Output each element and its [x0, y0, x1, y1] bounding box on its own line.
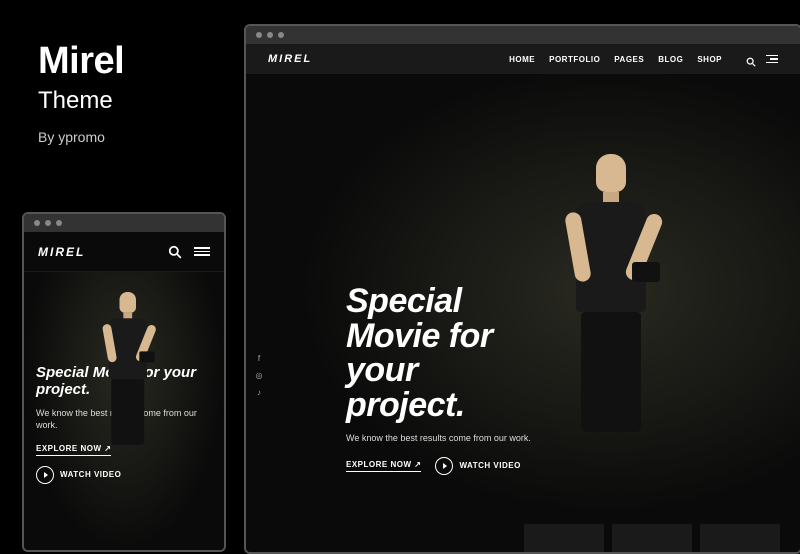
menu-icon[interactable] — [766, 55, 778, 64]
nav-home[interactable]: HOME — [509, 55, 535, 64]
watch-video-button[interactable]: WATCH VIDEO — [435, 457, 520, 475]
instagram-icon[interactable]: ◎ — [254, 371, 264, 380]
hero-figure-image — [92, 292, 164, 446]
hero-text: Special Movie for your project. We know … — [346, 284, 531, 475]
window-dot-icon — [256, 32, 262, 38]
menu-icon[interactable] — [194, 247, 210, 256]
window-dot-icon — [56, 220, 62, 226]
hero-title-line: Movie for — [346, 317, 493, 355]
window-dot-icon — [34, 220, 40, 226]
nav-pages[interactable]: PAGES — [614, 55, 644, 64]
promo-header: Mirel Theme By ypromo — [38, 40, 124, 145]
hero-section-mobile: Special Movie for your project. We know … — [24, 272, 224, 552]
search-icon[interactable] — [168, 245, 182, 259]
window-dot-icon — [267, 32, 273, 38]
nav-portfolio[interactable]: PORTFOLIO — [549, 55, 600, 64]
nav-shop[interactable]: SHOP — [697, 55, 722, 64]
play-icon — [36, 466, 54, 484]
hero-subtitle: We know the best results come from our w… — [346, 433, 531, 443]
site-logo[interactable]: MIREL — [268, 53, 312, 65]
site-logo[interactable]: MIREL — [38, 245, 85, 259]
hero-title-line: project. — [346, 386, 465, 424]
browser-titlebar — [24, 214, 224, 232]
promo-subtitle: Theme — [38, 87, 124, 115]
mobile-preview-window: MIREL Special Movie for your project. We… — [22, 212, 226, 552]
tiktok-icon[interactable]: ♪ — [254, 388, 264, 397]
watch-video-button[interactable]: WATCH VIDEO — [36, 466, 121, 484]
hero-figure-image — [546, 154, 676, 434]
promo-author: By ypromo — [38, 129, 124, 145]
hero-title-line: Special — [346, 282, 462, 320]
nav-blog[interactable]: BLOG — [658, 55, 683, 64]
window-dot-icon — [45, 220, 51, 226]
hero-title: Special Movie for your project. — [346, 284, 531, 423]
hero-title-line: your — [346, 351, 418, 389]
search-icon[interactable] — [746, 54, 756, 64]
play-icon — [435, 457, 453, 475]
main-nav: HOME PORTFOLIO PAGES BLOG SHOP — [509, 55, 722, 64]
explore-button[interactable]: EXPLORE NOW ↗ — [346, 460, 421, 472]
watch-video-label: WATCH VIDEO — [459, 461, 520, 470]
site-header: MIREL HOME PORTFOLIO PAGES BLOG SHOP — [246, 44, 800, 74]
browser-titlebar — [246, 26, 800, 44]
window-dot-icon — [278, 32, 284, 38]
social-links: f ◎ ♪ — [254, 354, 264, 397]
site-header-mobile: MIREL — [24, 232, 224, 272]
facebook-icon[interactable]: f — [254, 354, 264, 363]
desktop-preview-window: MIREL HOME PORTFOLIO PAGES BLOG SHOP — [244, 24, 800, 554]
watch-video-label: WATCH VIDEO — [60, 470, 121, 479]
promo-title: Mirel — [38, 40, 124, 83]
hero-section: f ◎ ♪ Special Movie for your project. We… — [246, 74, 800, 554]
